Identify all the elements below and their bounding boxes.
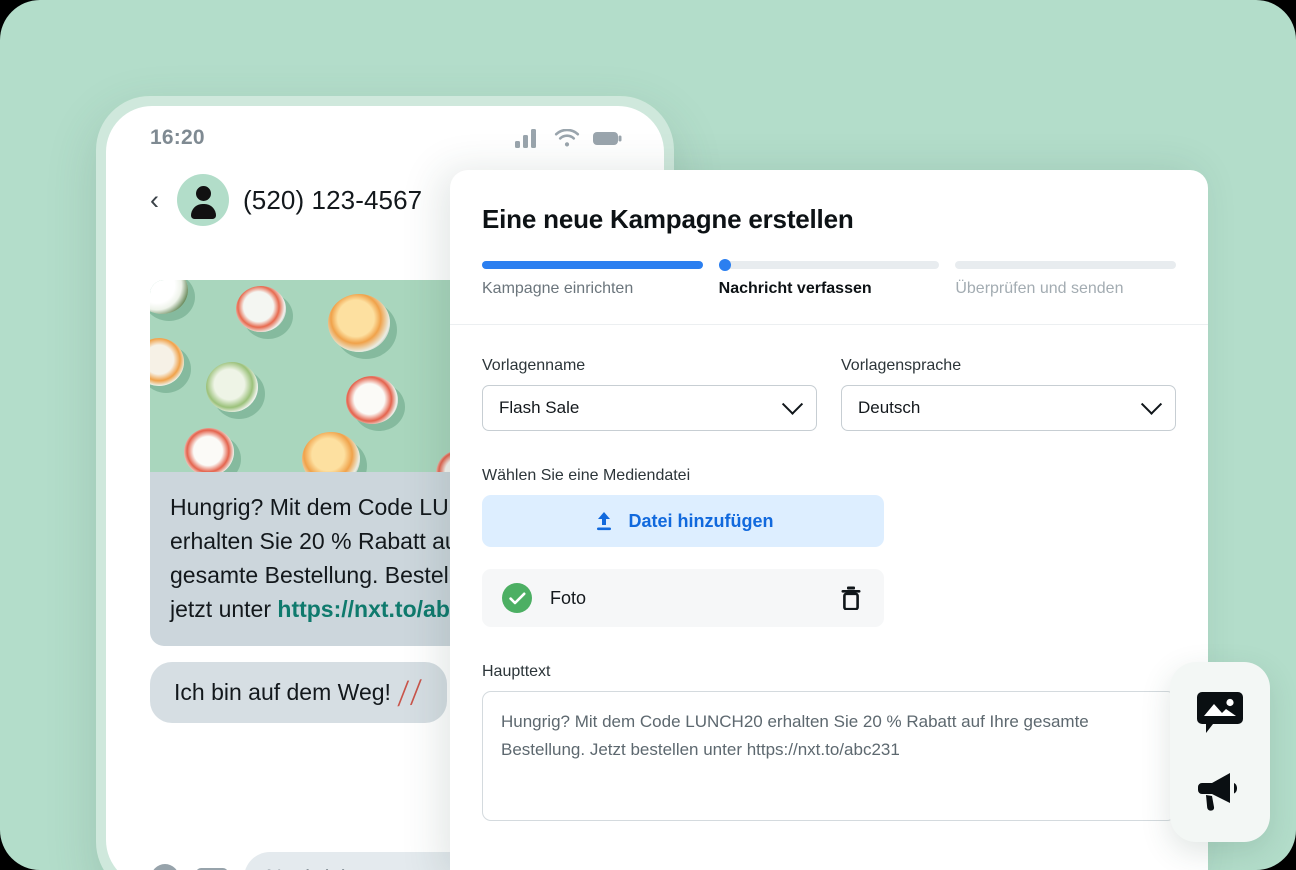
add-file-label: Datei hinzufügen: [629, 511, 774, 532]
phone-status-bar: 16:20: [106, 106, 664, 162]
check-circle-icon: [502, 583, 532, 613]
step-label: Nachricht verfassen: [719, 280, 940, 298]
camera-icon[interactable]: [196, 865, 228, 870]
trash-icon[interactable]: [840, 586, 862, 610]
status-time: 16:20: [150, 126, 205, 150]
step-track: [482, 261, 703, 269]
step-review-send[interactable]: Überprüfen und senden: [955, 261, 1176, 298]
template-name-select[interactable]: Flash Sale: [482, 385, 817, 431]
status-icon-group: [515, 129, 622, 148]
modal-body: Vorlagenname Flash Sale Vorlagensprache …: [450, 325, 1208, 821]
template-fields-row: Vorlagenname Flash Sale Vorlagensprache …: [482, 357, 1176, 431]
template-language-field: Vorlagensprache Deutsch: [841, 357, 1176, 431]
step-track: [955, 261, 1176, 269]
step-label: Überprüfen und senden: [955, 280, 1176, 298]
step-compose-message[interactable]: Nachricht verfassen: [719, 261, 940, 298]
chevron-down-icon: [782, 393, 803, 414]
step-dot-icon: [719, 259, 731, 271]
battery-icon: [593, 129, 622, 148]
template-name-field: Vorlagenname Flash Sale: [482, 357, 817, 431]
step-campaign-setup[interactable]: Kampagne einrichten: [482, 261, 703, 298]
page-title: Eine neue Kampagne erstellen: [482, 204, 1176, 235]
chevron-left-icon[interactable]: ‹: [150, 187, 163, 214]
signal-icon: [515, 129, 541, 148]
modal-header: Eine neue Kampagne erstellen Kampagne ei…: [450, 170, 1208, 325]
chat-reply-bubble: Ich bin auf dem Weg! ╱╱: [150, 662, 447, 723]
body-text-input[interactable]: Hungrig? Mit dem Code LUNCH20 erhalten S…: [482, 691, 1176, 821]
uploaded-file-row: Foto: [482, 569, 884, 627]
template-name-value: Flash Sale: [499, 398, 579, 418]
image-message-icon[interactable]: [1197, 692, 1243, 736]
step-track: [719, 261, 940, 269]
body-text-label: Haupttext: [482, 663, 1176, 681]
add-file-button[interactable]: Datei hinzufügen: [482, 495, 884, 547]
uploaded-file-name: Foto: [550, 588, 822, 609]
template-language-select[interactable]: Deutsch: [841, 385, 1176, 431]
media-section-label: Wählen Sie eine Mediendatei: [482, 467, 1176, 485]
wifi-icon: [554, 129, 580, 148]
chevron-down-icon: [1141, 393, 1162, 414]
create-campaign-modal: Eine neue Kampagne erstellen Kampagne ei…: [450, 170, 1208, 870]
add-circle-icon[interactable]: [150, 863, 180, 870]
contact-name: (520) 123-4567: [243, 185, 422, 216]
template-language-value: Deutsch: [858, 398, 920, 418]
template-language-label: Vorlagensprache: [841, 357, 1176, 375]
floating-action-panel: [1170, 662, 1270, 842]
template-name-label: Vorlagenname: [482, 357, 817, 375]
app-canvas: 16:20: [0, 0, 1296, 870]
progress-stepper: Kampagne einrichten Nachricht verfassen …: [482, 261, 1176, 298]
upload-icon: [593, 510, 615, 532]
step-label: Kampagne einrichten: [482, 280, 703, 298]
chat-reply-text: Ich bin auf dem Weg!: [174, 679, 397, 705]
megaphone-icon[interactable]: [1196, 771, 1244, 813]
chopsticks-emoji: ╱╱: [396, 680, 424, 708]
avatar: [177, 174, 229, 226]
